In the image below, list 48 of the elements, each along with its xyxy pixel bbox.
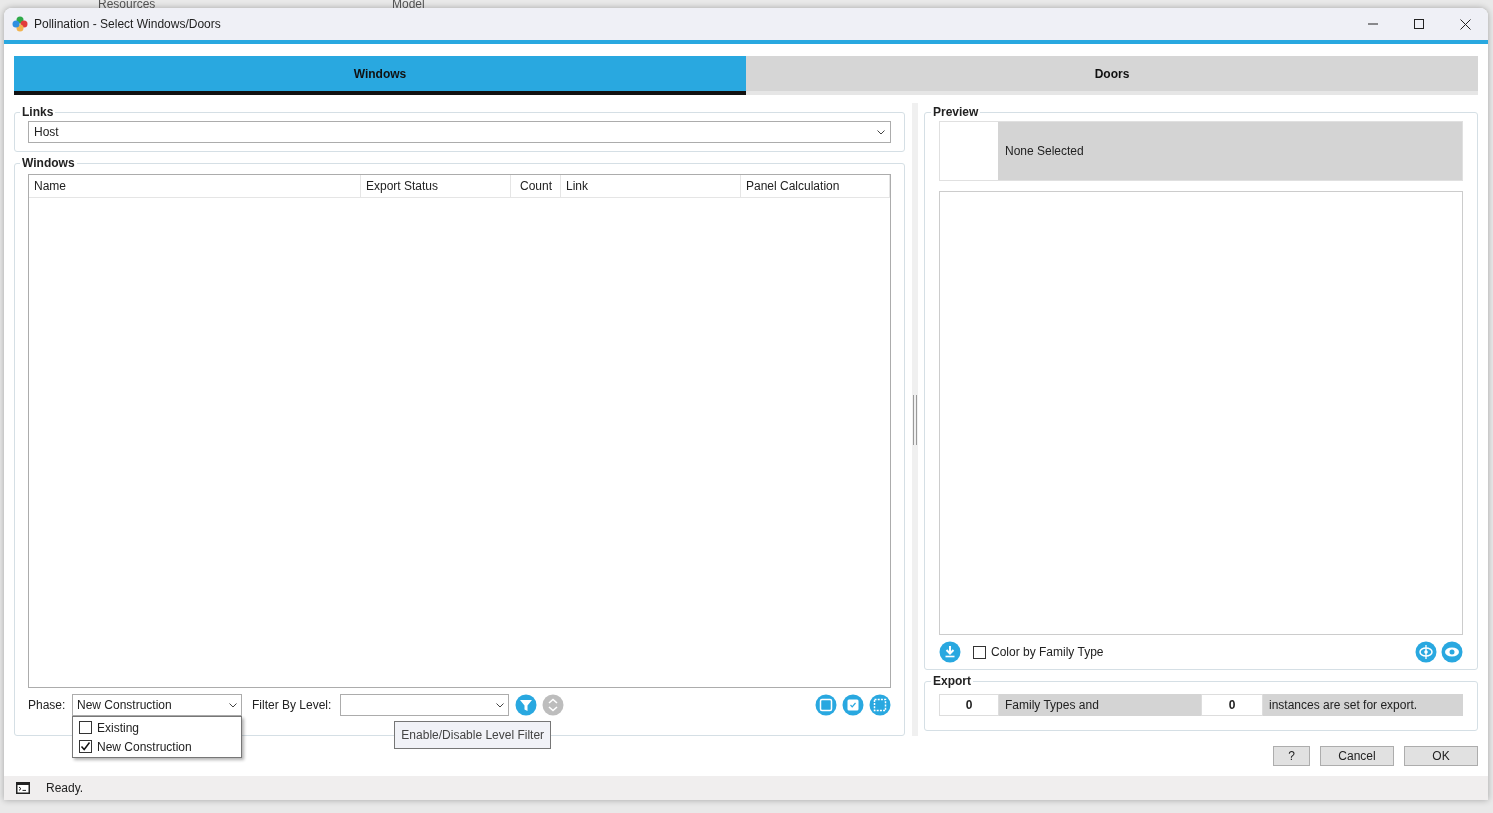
close-icon: [1459, 18, 1471, 30]
window-title: Pollination - Select Windows/Doors: [34, 16, 221, 33]
tab[interactable]: Windows: [14, 56, 746, 95]
dialog-button[interactable]: Cancel: [1320, 746, 1394, 766]
dialog-button[interactable]: OK: [1404, 746, 1478, 766]
column-header[interactable]: Panel Calculation: [741, 175, 890, 197]
group-label: Preview: [932, 104, 980, 121]
column-header[interactable]: Link: [561, 175, 741, 197]
phase-option-label[interactable]: New Construction: [97, 737, 192, 756]
group-label: Export: [932, 673, 972, 690]
level-dropdown[interactable]: [340, 694, 510, 716]
column-header[interactable]: Count: [511, 175, 561, 197]
chevron-down-icon: [877, 129, 885, 135]
filter-level-label: Filter By Level:: [252, 697, 332, 714]
select-all-icon[interactable]: [815, 694, 837, 716]
chevron-down-icon: [229, 702, 237, 708]
group-label: Links: [21, 104, 55, 121]
count-value: 0: [939, 694, 999, 716]
tab[interactable]: Doors: [746, 56, 1478, 95]
background-tab-label: Model: [392, 0, 425, 8]
selection-label: None Selected: [998, 122, 1462, 180]
phase-option-label[interactable]: Existing: [97, 718, 140, 737]
download-icon[interactable]: [939, 641, 961, 663]
status-text: Ready.: [46, 780, 84, 797]
console-icon: [16, 782, 30, 794]
eye-icon[interactable]: [1441, 641, 1463, 663]
export-text: instances are set for export.: [1263, 694, 1463, 716]
maximize-icon: [1414, 19, 1424, 29]
app-logo-icon: [12, 16, 28, 32]
export-text: Family Types and: [999, 694, 1201, 716]
eye-slash-icon[interactable]: [1415, 641, 1437, 663]
phase-dropdown[interactable]: New Construction: [72, 694, 242, 716]
background-tab-label: Resources: [97, 0, 157, 8]
tooltip: Enable/Disable Level Filter: [394, 721, 552, 749]
group-label: Windows: [21, 155, 76, 172]
chevron-down-icon: [496, 702, 505, 708]
column-header[interactable]: Name: [29, 175, 361, 197]
phase-checkbox[interactable]: [79, 740, 92, 753]
checkbox-label: Color by Family Type: [991, 644, 1104, 661]
up-down-icon[interactable]: [542, 694, 565, 716]
dialog-button[interactable]: ?: [1273, 746, 1310, 766]
links-dropdown[interactable]: Host: [28, 121, 891, 143]
count-value: 0: [1201, 694, 1263, 716]
column-header[interactable]: Export Status: [361, 175, 511, 197]
filter-icon[interactable]: [515, 694, 538, 716]
phase-checkbox[interactable]: [79, 721, 92, 734]
phase-label: Phase:: [28, 697, 67, 714]
color-checkbox[interactable]: [973, 645, 986, 659]
